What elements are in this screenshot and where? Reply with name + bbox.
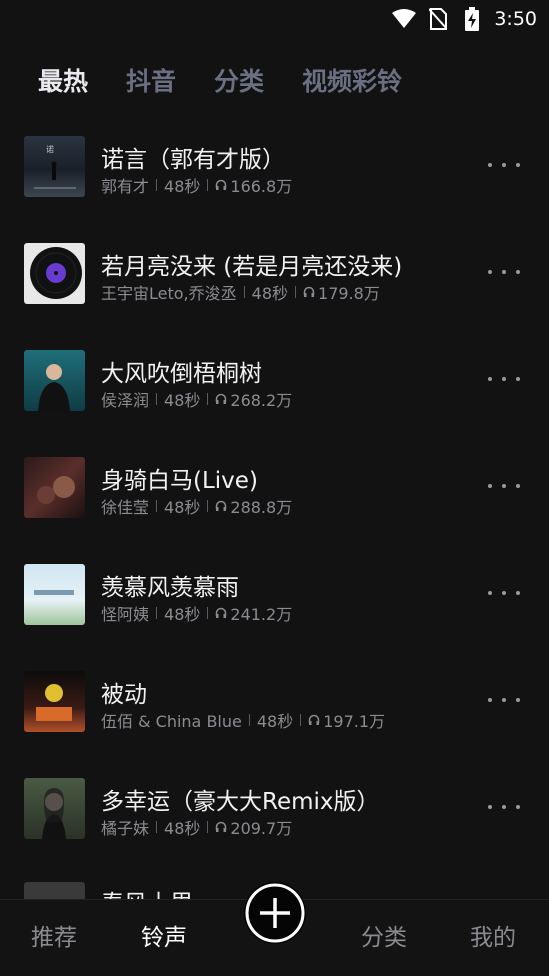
meta-divider: [248, 714, 250, 726]
song-artist: 侯泽润: [101, 391, 150, 410]
meta-divider: [156, 821, 158, 833]
meta-divider: [295, 286, 297, 298]
no-sim-icon: [426, 7, 450, 31]
list-item[interactable]: 被动 伍佰 & China Blue 48秒 197.1万: [0, 668, 549, 775]
list-item[interactable]: 身骑白马(Live) 徐佳莹 48秒 288.8万: [0, 454, 549, 561]
song-artist: 徐佳莹: [101, 498, 150, 517]
song-title: 羡慕风羡慕雨: [101, 575, 239, 601]
song-plays: 241.2万: [230, 605, 293, 624]
song-title: 诺言（郭有才版）: [101, 147, 285, 173]
headphone-icon: [215, 821, 227, 833]
bottom-nav: 推荐 铃声 分类 我的: [0, 882, 549, 976]
status-time: 3:50: [494, 8, 537, 30]
meta-divider: [156, 179, 158, 191]
battery-charging-icon: [460, 7, 484, 31]
song-meta: 徐佳莹 48秒 288.8万: [101, 494, 292, 518]
more-options-button[interactable]: [488, 581, 520, 605]
song-plays: 288.8万: [230, 498, 293, 517]
song-artist: 伍佰 & China Blue: [101, 712, 242, 731]
tab-video-ringtone[interactable]: 视频彩铃: [302, 62, 402, 98]
song-plays: 179.8万: [318, 284, 380, 303]
svg-text:诺: 诺: [46, 144, 54, 154]
song-duration: 48秒: [164, 605, 201, 624]
night-street-cover: 诺: [24, 136, 85, 197]
song-title: 被动: [101, 682, 147, 708]
meta-divider: [207, 500, 209, 512]
song-duration: 48秒: [251, 284, 289, 303]
more-options-button[interactable]: [488, 260, 520, 284]
song-duration: 48秒: [164, 391, 201, 410]
meta-divider: [207, 821, 209, 833]
dark-portrait-cover: [24, 457, 85, 518]
band-art-cover: [24, 671, 85, 732]
meta-divider: [207, 607, 209, 619]
tab-category[interactable]: 分类: [214, 62, 264, 98]
meta-divider: [207, 179, 209, 191]
nav-recommend[interactable]: 推荐: [31, 918, 77, 952]
list-item[interactable]: 羡慕风羡慕雨 怪阿姨 48秒 241.2万: [0, 561, 549, 668]
song-meta: 橘子妹 48秒 209.7万: [101, 815, 292, 839]
nav-ringtone[interactable]: 铃声: [141, 918, 187, 952]
girl-portrait-cover: [24, 778, 85, 839]
song-title: 若月亮没来 (若是月亮还没来): [101, 254, 403, 280]
category-tabs: 最热 抖音 分类 视频彩铃: [38, 62, 402, 98]
song-meta: 伍佰 & China Blue 48秒 197.1万: [101, 708, 385, 732]
song-duration: 48秒: [164, 498, 201, 517]
song-artist: 怪阿姨: [101, 605, 150, 624]
list-item[interactable]: 多幸运（豪大大Remix版） 橘子妹 48秒 209.7万: [0, 775, 549, 882]
list-item[interactable]: 大风吹倒梧桐树 侯泽润 48秒 268.2万: [0, 347, 549, 454]
headphone-icon: [215, 607, 227, 619]
song-list: 诺 诺言（郭有才版） 郭有才 48秒 166.8万 若月亮没来 (若是月亮还没来…: [0, 133, 549, 882]
meta-divider: [300, 714, 302, 726]
song-plays: 209.7万: [230, 819, 293, 838]
nav-mine[interactable]: 我的: [470, 918, 516, 952]
song-duration: 48秒: [164, 177, 201, 196]
song-plays: 197.1万: [323, 712, 386, 731]
headphone-icon: [215, 179, 227, 191]
more-options-button[interactable]: [488, 795, 520, 819]
list-item[interactable]: 若月亮没来 (若是月亮还没来) 王宇宙Leto,乔浚丞 48秒 179.8万: [0, 240, 549, 347]
wifi-icon: [392, 7, 417, 31]
vinyl-record-cover: [24, 243, 85, 304]
meta-divider: [243, 286, 245, 298]
plus-circle-icon: [245, 883, 305, 943]
song-artist: 橘子妹: [101, 819, 150, 838]
meta-divider: [156, 500, 158, 512]
headphone-icon: [215, 393, 227, 405]
song-plays: 166.8万: [230, 177, 293, 196]
more-options-button[interactable]: [488, 474, 520, 498]
song-meta: 侯泽润 48秒 268.2万: [101, 387, 292, 411]
headphone-icon: [215, 500, 227, 512]
nav-category[interactable]: 分类: [361, 918, 407, 952]
tab-hot[interactable]: 最热: [38, 62, 88, 98]
sky-field-cover: [24, 564, 85, 625]
song-duration: 48秒: [256, 712, 294, 731]
song-duration: 48秒: [164, 819, 201, 838]
more-options-button[interactable]: [488, 367, 520, 391]
song-artist: 王宇宙Leto,乔浚丞: [101, 284, 237, 303]
headphone-icon: [308, 714, 320, 726]
singer-stage-cover: [24, 350, 85, 411]
song-title: 大风吹倒梧桐树: [101, 361, 262, 387]
song-artist: 郭有才: [101, 177, 150, 196]
more-options-button[interactable]: [488, 688, 520, 712]
more-options-button[interactable]: [488, 153, 520, 177]
tab-douyin[interactable]: 抖音: [126, 62, 176, 98]
song-meta: 王宇宙Leto,乔浚丞 48秒 179.8万: [101, 280, 380, 304]
meta-divider: [207, 393, 209, 405]
meta-divider: [156, 393, 158, 405]
meta-divider: [156, 607, 158, 619]
song-plays: 268.2万: [230, 391, 293, 410]
song-meta: 怪阿姨 48秒 241.2万: [101, 601, 292, 625]
song-title: 多幸运（豪大大Remix版）: [101, 789, 380, 815]
headphone-icon: [303, 286, 315, 298]
song-meta: 郭有才 48秒 166.8万: [101, 173, 292, 197]
list-item[interactable]: 诺 诺言（郭有才版） 郭有才 48秒 166.8万: [0, 133, 549, 240]
add-button[interactable]: [244, 882, 306, 944]
song-title: 身骑白马(Live): [101, 468, 258, 494]
status-bar: 3:50: [0, 0, 549, 38]
